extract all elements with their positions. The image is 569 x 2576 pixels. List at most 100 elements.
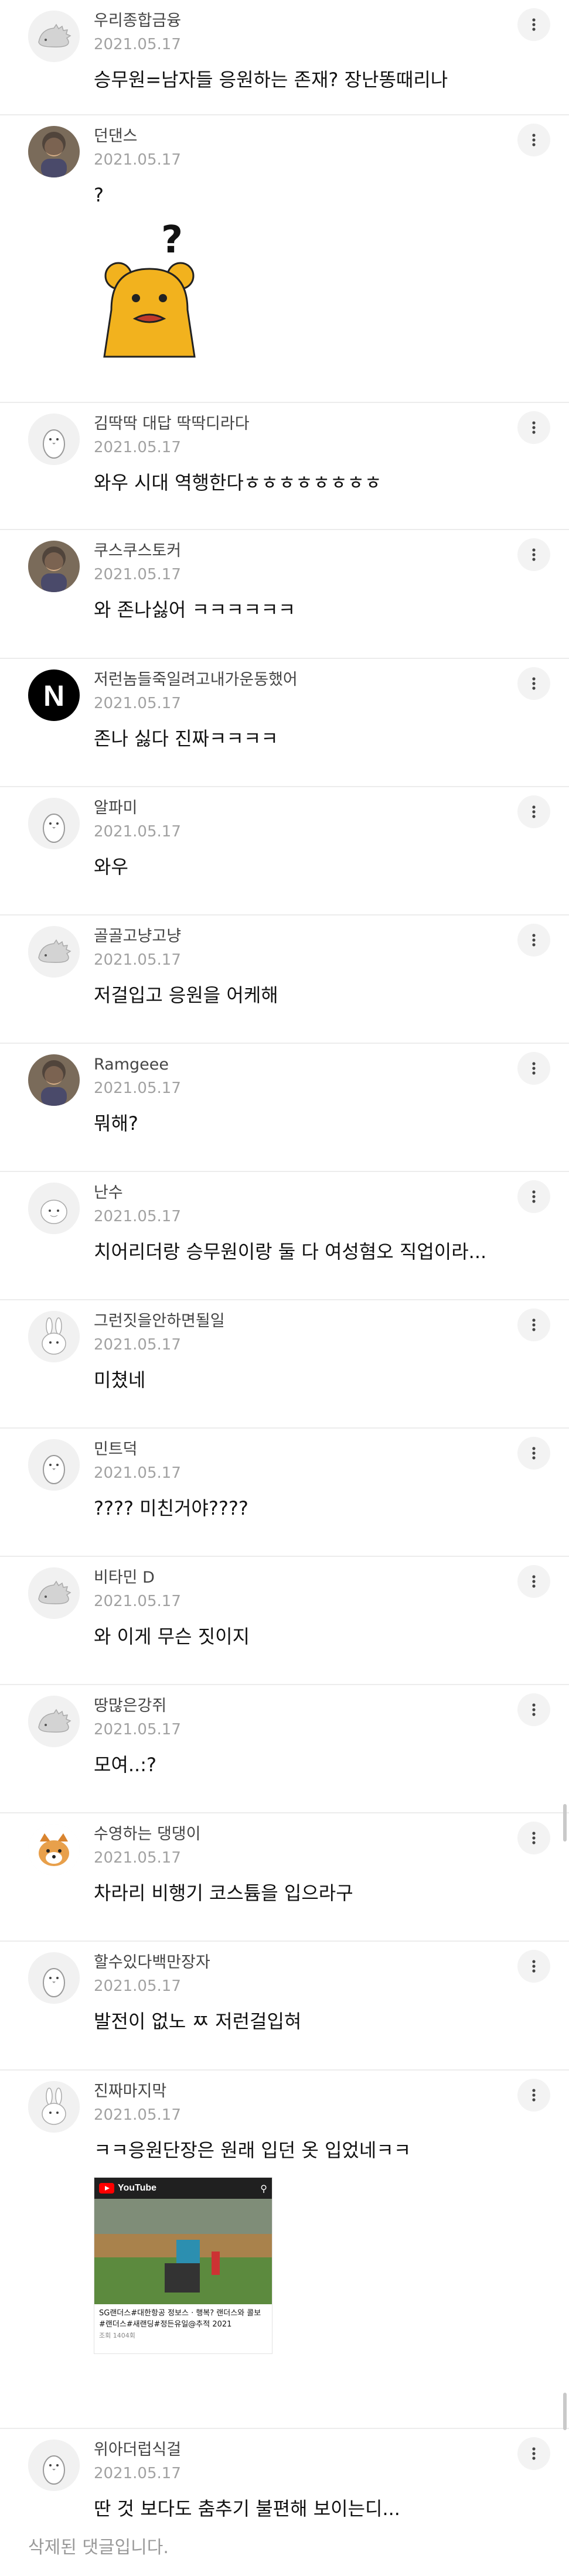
- comment-nickname[interactable]: 김딱딱 대답 딱딱디라다: [94, 414, 516, 435]
- more-options-button[interactable]: [517, 8, 550, 41]
- more-options-button[interactable]: [517, 1437, 550, 1470]
- video-caption[interactable]: SG랜더스#대한항공 정보스 · 행복? 랜더스와 콜보#랜더스#새랜딩#정든유…: [94, 2304, 272, 2345]
- comment-nickname[interactable]: 쿠스쿠스토커: [94, 541, 516, 562]
- sticker-question-mark: ?: [161, 222, 183, 262]
- rabbit-default-avatar[interactable]: [28, 1311, 80, 1362]
- youtube-video-card[interactable]: YouTube ⚲ SG랜더스#대한항공 정보스 · 행복? 랜더스와 콜보#랜더스…: [94, 2177, 272, 2354]
- comment-text: 미쳤네: [94, 1369, 146, 1391]
- netflix-avatar[interactable]: N: [28, 669, 80, 721]
- comment-nickname[interactable]: 골골고냥고냥: [94, 926, 516, 947]
- comment-date: 2021.05.17: [94, 36, 181, 53]
- comment-item: 난수 2021.05.17 치어리더랑 승무원이랑 둘 다 여성혐오 직업이라...: [0, 1172, 569, 1300]
- more-vertical-icon: [532, 934, 536, 947]
- comment-nickname[interactable]: 던댄스: [94, 126, 516, 147]
- comment-nickname[interactable]: 우리종합금융: [94, 11, 516, 32]
- hedgehog-default-avatar[interactable]: [28, 1567, 80, 1619]
- comment-nickname[interactable]: 민트덕: [94, 1439, 516, 1460]
- comment-nickname[interactable]: 할수있다백만장자: [94, 1952, 516, 1973]
- comment-date: 2021.05.17: [94, 439, 181, 456]
- comment-text: 치어리더랑 승무원이랑 둘 다 여성혐오 직업이라...: [94, 1241, 487, 1263]
- more-options-button[interactable]: [517, 667, 550, 700]
- hedgehog-default-avatar[interactable]: [28, 1696, 80, 1747]
- comment-text: 모여..:?: [94, 1754, 156, 1776]
- more-vertical-icon: [532, 1062, 536, 1075]
- comment-nickname[interactable]: 알파미: [94, 798, 516, 819]
- scrollbar-thumb[interactable]: [563, 1804, 567, 1842]
- comment-text: 존나 싫다 진짜ㅋㅋㅋㅋ: [94, 727, 278, 750]
- rabbit-default-avatar[interactable]: [28, 2081, 80, 2133]
- more-options-button[interactable]: [517, 2079, 550, 2112]
- comment-item: 알파미 2021.05.17 와우: [0, 787, 569, 915]
- more-vertical-icon: [532, 1447, 536, 1460]
- dog-avatar[interactable]: [28, 1824, 80, 1875]
- video-thumbnail[interactable]: YouTube ⚲: [94, 2178, 272, 2304]
- more-options-button[interactable]: [517, 1565, 550, 1598]
- more-options-button[interactable]: [517, 1180, 550, 1213]
- comment-nickname[interactable]: Ramgeee: [94, 1054, 516, 1075]
- penguin-default-avatar[interactable]: [28, 1952, 80, 2004]
- more-options-button[interactable]: [517, 2437, 550, 2470]
- youtube-brand: YouTube: [118, 2183, 157, 2193]
- more-vertical-icon: [532, 677, 536, 690]
- more-options-button[interactable]: [517, 1822, 550, 1854]
- more-options-button[interactable]: [517, 1950, 550, 1983]
- comment-nickname[interactable]: 저런놈들죽일려고내가운동했어: [94, 669, 516, 691]
- photo-avatar[interactable]: [28, 126, 80, 177]
- photo-avatar[interactable]: [28, 541, 80, 592]
- comment-date: 2021.05.17: [94, 823, 181, 841]
- more-options-button[interactable]: [517, 1052, 550, 1085]
- penguin-default-avatar[interactable]: [28, 1439, 80, 1491]
- comment-item: 김딱딱 대답 딱딱디라다 2021.05.17 와우 시대 역행한다ㅎㅎㅎㅎㅎㅎㅎㅎ: [0, 403, 569, 530]
- comment-nickname[interactable]: 그런짓을안하면될일: [94, 1311, 516, 1332]
- comment-text: 와 이게 무슨 짓이지: [94, 1625, 250, 1648]
- comment-item: N 저런놈들죽일려고내가운동했어 2021.05.17 존나 싫다 진짜ㅋㅋㅋㅋ: [0, 659, 569, 787]
- comment-text: 와 존나싫어 ㅋㅋㅋㅋㅋㅋ: [94, 599, 296, 621]
- more-options-button[interactable]: [517, 795, 550, 828]
- hedgehog-default-avatar[interactable]: [28, 11, 80, 62]
- comment-nickname[interactable]: 땅많은강쥐: [94, 1696, 516, 1717]
- comment-item: 던댄스 2021.05.17??: [0, 115, 569, 403]
- comment-date: 2021.05.17: [94, 1977, 181, 1995]
- scrollbar-thumb-lower[interactable]: [563, 2393, 567, 2430]
- comment-item: 쿠스쿠스토커 2021.05.17 와 존나싫어 ㅋㅋㅋㅋㅋㅋ: [0, 530, 569, 659]
- comment-text: 딴 것 보다도 춤추기 불편해 보이는디...: [94, 2498, 400, 2520]
- more-vertical-icon: [532, 805, 536, 818]
- comment-text: 와우 시대 역행한다ㅎㅎㅎㅎㅎㅎㅎㅎ: [94, 472, 382, 494]
- more-options-button[interactable]: [517, 924, 550, 956]
- comment-date: 2021.05.17: [94, 2106, 181, 2124]
- comment-item: 민트덕 2021.05.17 ???? 미친거야????: [0, 1429, 569, 1557]
- more-options-button[interactable]: [517, 1309, 550, 1341]
- more-options-button[interactable]: [517, 411, 550, 444]
- more-options-button[interactable]: [517, 538, 550, 571]
- egg-default-avatar[interactable]: [28, 1183, 80, 1234]
- confused-bear-sticker[interactable]: ?: [94, 218, 205, 363]
- comment-nickname[interactable]: 진짜마지막: [94, 2081, 516, 2102]
- photo-avatar[interactable]: [28, 1054, 80, 1106]
- hedgehog-default-avatar[interactable]: [28, 926, 80, 978]
- comment-date: 2021.05.17: [94, 1079, 181, 1097]
- comment-text: 뭐해?: [94, 1112, 138, 1135]
- comment-nickname[interactable]: 난수: [94, 1183, 516, 1204]
- deleted-comment-notice: 삭제된 댓글입니다.: [28, 2537, 169, 2558]
- comment-item: 골골고냥고냥 2021.05.17 저걸입고 응원을 어케해: [0, 915, 569, 1044]
- comment-text: 승무원=남자들 응원하는 존재? 장난똥때리나: [94, 69, 448, 91]
- more-options-button[interactable]: [517, 124, 550, 156]
- comment-text: ㅋㅋ응원단장은 원래 입던 옷 입었네ㅋㅋ: [94, 2139, 411, 2161]
- more-vertical-icon: [532, 2447, 536, 2460]
- comment-text: 차라리 비행기 코스튬을 입으라구: [94, 1882, 353, 1904]
- comment-nickname[interactable]: 위아더럽식걸: [94, 2440, 516, 2461]
- comment-text: 발전이 없노 ㅉ 저런걸입혀: [94, 2010, 302, 2032]
- comment-text: ?: [94, 184, 104, 206]
- more-vertical-icon: [532, 18, 536, 31]
- penguin-default-avatar[interactable]: [28, 798, 80, 849]
- more-options-button[interactable]: [517, 1693, 550, 1726]
- youtube-header: YouTube ⚲: [94, 2178, 272, 2199]
- search-icon[interactable]: ⚲: [260, 2183, 267, 2194]
- stadium-scene: [94, 2199, 272, 2304]
- penguin-default-avatar[interactable]: [28, 414, 80, 465]
- comment-item: 비타민 D 2021.05.17 와 이게 무슨 짓이지: [0, 1557, 569, 1685]
- penguin-default-avatar[interactable]: [28, 2440, 80, 2491]
- comment-item: 그런짓을안하면될일 2021.05.17 미쳤네: [0, 1300, 569, 1429]
- comment-nickname[interactable]: 비타민 D: [94, 1567, 516, 1588]
- comment-nickname[interactable]: 수영하는 댕댕이: [94, 1824, 516, 1845]
